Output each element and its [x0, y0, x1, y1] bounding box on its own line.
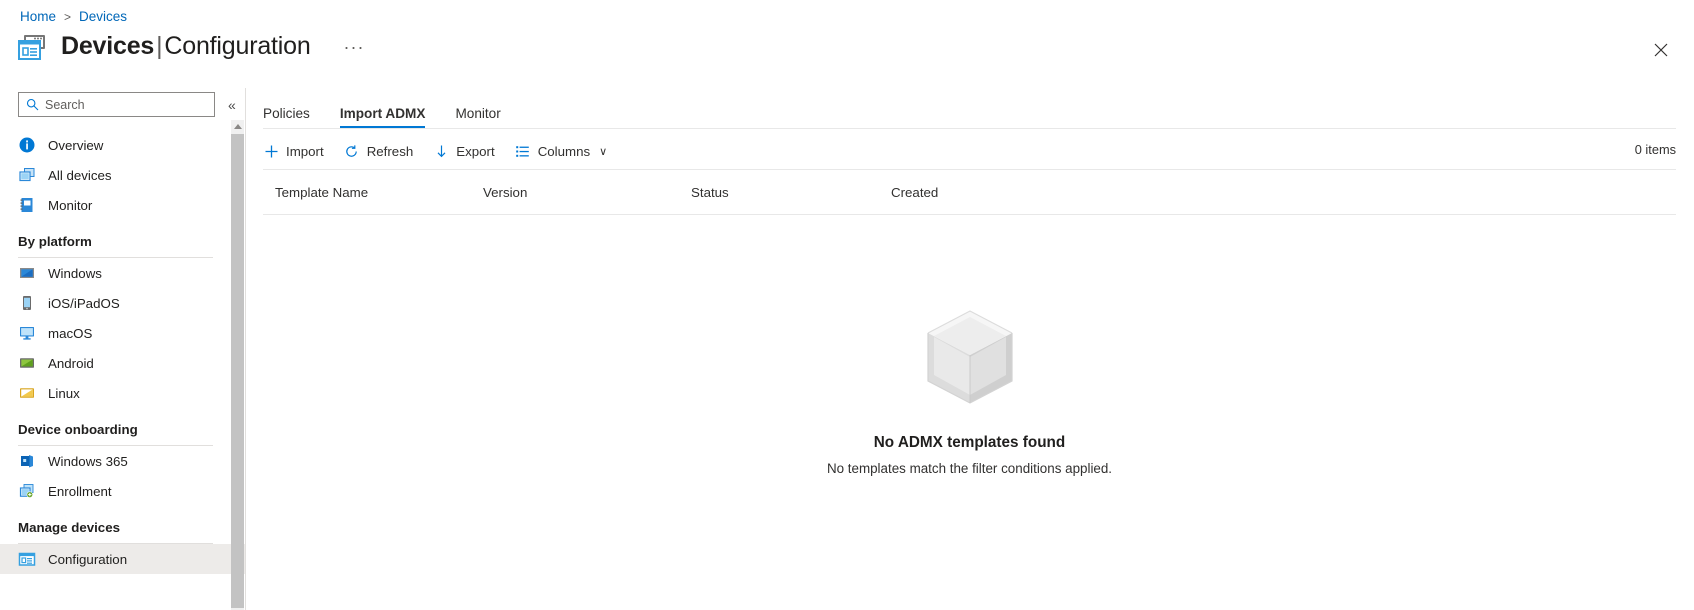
page-title-sub: Configuration: [164, 32, 310, 60]
more-options-button[interactable]: ···: [338, 38, 371, 56]
items-count: 0 items: [1635, 142, 1676, 157]
breadcrumb-separator-icon: >: [64, 10, 71, 24]
sidebar-group-label: Manage devices: [18, 520, 228, 535]
search-icon: [26, 98, 39, 111]
page-title: Devices|Configuration: [61, 32, 311, 61]
chevron-up-icon: [234, 124, 242, 129]
tab-policies[interactable]: Policies: [263, 106, 310, 128]
column-header-created[interactable]: Created: [879, 185, 1079, 200]
sidebar-item-label: iOS/iPadOS: [48, 296, 120, 311]
sidebar-item-monitor[interactable]: Monitor: [0, 190, 246, 220]
sidebar-item-all-devices[interactable]: All devices: [0, 160, 246, 190]
import-button[interactable]: Import: [263, 143, 324, 159]
windows-icon: [18, 264, 36, 282]
sidebar-item-label: Linux: [48, 386, 80, 401]
sidebar-group-by-platform: By platform: [0, 220, 246, 258]
sidebar-item-label: macOS: [48, 326, 92, 341]
column-header-version[interactable]: Version: [471, 185, 679, 200]
download-arrow-icon: [433, 143, 449, 159]
search-input[interactable]: Search: [18, 92, 215, 117]
sidebar-search-row: Search «: [0, 88, 246, 117]
empty-state-title: No ADMX templates found: [874, 434, 1066, 452]
tab-bar: Policies Import ADMX Monitor: [263, 96, 1676, 128]
divider: [245, 88, 246, 610]
close-button[interactable]: [1648, 37, 1674, 63]
sidebar-item-label: Monitor: [48, 198, 92, 213]
sidebar-item-windows[interactable]: Windows: [0, 258, 246, 288]
breadcrumb-home[interactable]: Home: [20, 9, 56, 24]
collapse-sidebar-button[interactable]: «: [225, 95, 239, 115]
page-title-separator: |: [154, 32, 164, 60]
sidebar-group-label: Device onboarding: [18, 422, 228, 437]
sidebar: Search « Overview: [0, 88, 246, 610]
sidebar-item-configuration[interactable]: Configuration: [0, 544, 246, 574]
windows-365-icon: [18, 452, 36, 470]
macos-icon: [18, 324, 36, 342]
sidebar-group-device-onboarding: Device onboarding: [0, 408, 246, 446]
export-button[interactable]: Export: [433, 143, 494, 159]
empty-state: No ADMX templates found No templates mat…: [263, 215, 1676, 476]
linux-icon: [18, 384, 36, 402]
command-bar: Import Refresh Export: [263, 129, 1676, 169]
chevron-down-icon: ∨: [599, 145, 607, 158]
tab-monitor[interactable]: Monitor: [455, 106, 500, 128]
sidebar-group-manage-devices: Manage devices: [0, 506, 246, 544]
sidebar-item-label: Windows: [48, 266, 102, 281]
sidebar-scrollbar[interactable]: [231, 120, 244, 610]
devices-configuration-page: Home > Devices Devices|Configuration ··: [0, 0, 1694, 610]
monitor-icon: [18, 196, 36, 214]
sidebar-item-linux[interactable]: Linux: [0, 378, 246, 408]
empty-box-icon: [922, 307, 1018, 416]
refresh-button-label: Refresh: [367, 144, 414, 159]
sidebar-nav: Overview All devices: [0, 130, 246, 574]
page-title-row: Devices|Configuration ···: [18, 32, 371, 61]
android-icon: [18, 354, 36, 372]
column-header-template-name[interactable]: Template Name: [263, 185, 471, 200]
info-icon: [18, 136, 36, 154]
sidebar-item-label: Configuration: [48, 552, 127, 567]
plus-icon: [263, 143, 279, 159]
search-placeholder: Search: [45, 98, 85, 112]
sidebar-item-label: Enrollment: [48, 484, 112, 499]
main-content: Policies Import ADMX Monitor Import Ref: [263, 96, 1676, 610]
scroll-up-button[interactable]: [231, 120, 244, 133]
sidebar-item-label: Windows 365: [48, 454, 128, 469]
sidebar-item-windows-365[interactable]: Windows 365: [0, 446, 246, 476]
enrollment-icon: [18, 482, 36, 500]
ios-icon: [18, 294, 36, 312]
scrollbar-thumb[interactable]: [231, 134, 244, 608]
columns-button[interactable]: Columns ∨: [515, 143, 608, 159]
tab-import-admx[interactable]: Import ADMX: [340, 106, 426, 128]
refresh-button[interactable]: Refresh: [344, 143, 414, 159]
all-devices-icon: [18, 166, 36, 184]
sidebar-item-ios-ipados[interactable]: iOS/iPadOS: [0, 288, 246, 318]
sidebar-item-overview[interactable]: Overview: [0, 130, 246, 160]
columns-icon: [515, 143, 531, 159]
devices-configuration-icon: [18, 34, 48, 60]
table-header-row: Template Name Version Status Created: [263, 170, 1676, 214]
sidebar-item-enrollment[interactable]: Enrollment: [0, 476, 246, 506]
sidebar-item-label: All devices: [48, 168, 112, 183]
page-title-main: Devices: [61, 32, 154, 60]
sidebar-item-macos[interactable]: macOS: [0, 318, 246, 348]
sidebar-item-label: Overview: [48, 138, 103, 153]
breadcrumb: Home > Devices: [20, 9, 127, 24]
refresh-icon: [344, 143, 360, 159]
column-header-status[interactable]: Status: [679, 185, 879, 200]
import-button-label: Import: [286, 144, 324, 159]
columns-button-label: Columns: [538, 144, 590, 159]
sidebar-item-android[interactable]: Android: [0, 348, 246, 378]
export-button-label: Export: [456, 144, 494, 159]
sidebar-item-label: Android: [48, 356, 94, 371]
configuration-icon: [18, 550, 36, 568]
close-icon: [1654, 43, 1668, 57]
sidebar-group-label: By platform: [18, 234, 228, 249]
empty-state-subtitle: No templates match the filter conditions…: [827, 461, 1112, 476]
breadcrumb-devices[interactable]: Devices: [79, 9, 127, 24]
